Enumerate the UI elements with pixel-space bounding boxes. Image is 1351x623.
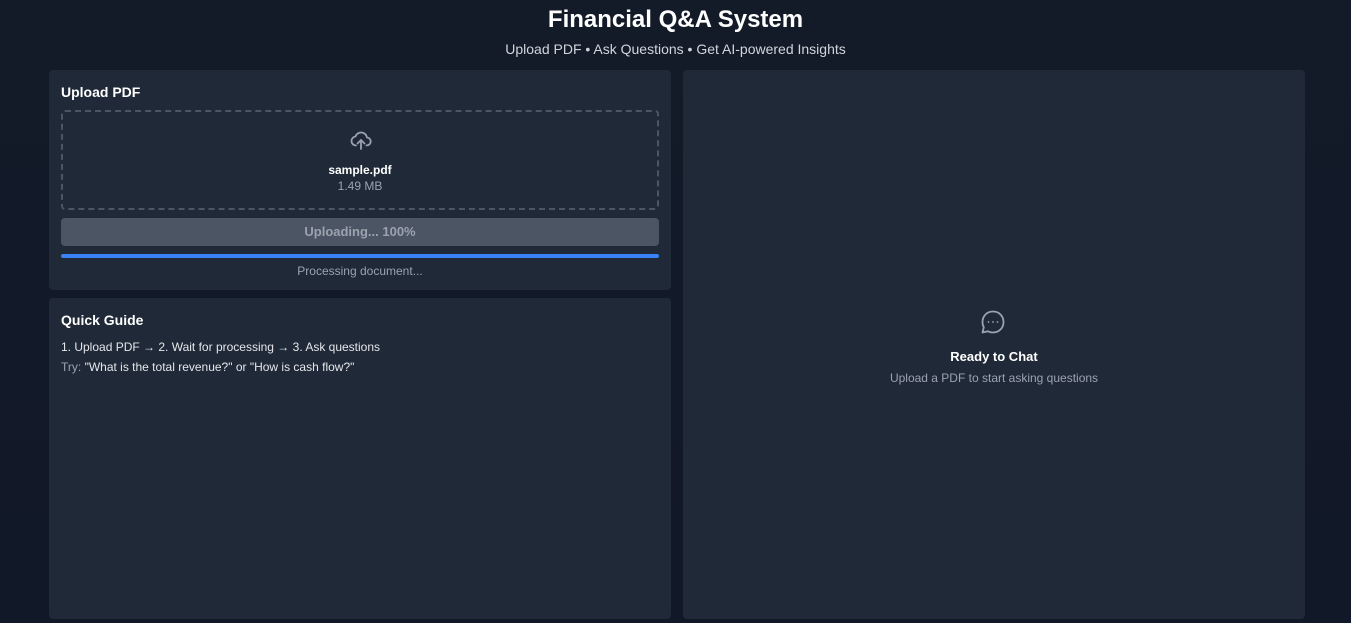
quick-guide-steps: 1. Upload PDF → 2. Wait for processing →… xyxy=(61,340,381,354)
quick-guide-title: Quick Guide xyxy=(61,312,144,328)
quick-guide-panel: Quick Guide 1. Upload PDF → 2. Wait for … xyxy=(49,298,671,619)
try-label: Try: xyxy=(61,360,82,374)
upload-panel: Upload PDF sample.pdf 1.49 MB Uploading.… xyxy=(49,70,671,290)
chat-panel: Ready to Chat Upload a PDF to start aski… xyxy=(683,70,1305,619)
upload-progress-bar xyxy=(61,254,659,258)
upload-button[interactable]: Uploading... 100% xyxy=(61,218,659,246)
upload-panel-title: Upload PDF xyxy=(61,84,141,100)
pdf-dropzone[interactable]: sample.pdf 1.49 MB xyxy=(61,110,659,210)
upload-progress-fill xyxy=(61,254,659,258)
chat-empty-title: Ready to Chat xyxy=(950,349,1038,364)
upload-status-text: Processing document... xyxy=(297,264,423,278)
selected-file-size: 1.49 MB xyxy=(337,179,383,193)
upload-cloud-icon xyxy=(350,131,372,150)
example-questions: "What is the total revenue?" or "How is … xyxy=(84,360,355,374)
quick-guide-examples: Try: "What is the total revenue?" or "Ho… xyxy=(61,359,354,375)
selected-file-name: sample.pdf xyxy=(328,163,392,177)
page-subtitle: Upload PDF • Ask Questions • Get AI-powe… xyxy=(505,41,846,57)
page-title: Financial Q&A System xyxy=(547,6,804,33)
chat-empty-subtitle: Upload a PDF to start asking questions xyxy=(889,371,1099,385)
chat-bubble-icon xyxy=(981,310,1005,334)
